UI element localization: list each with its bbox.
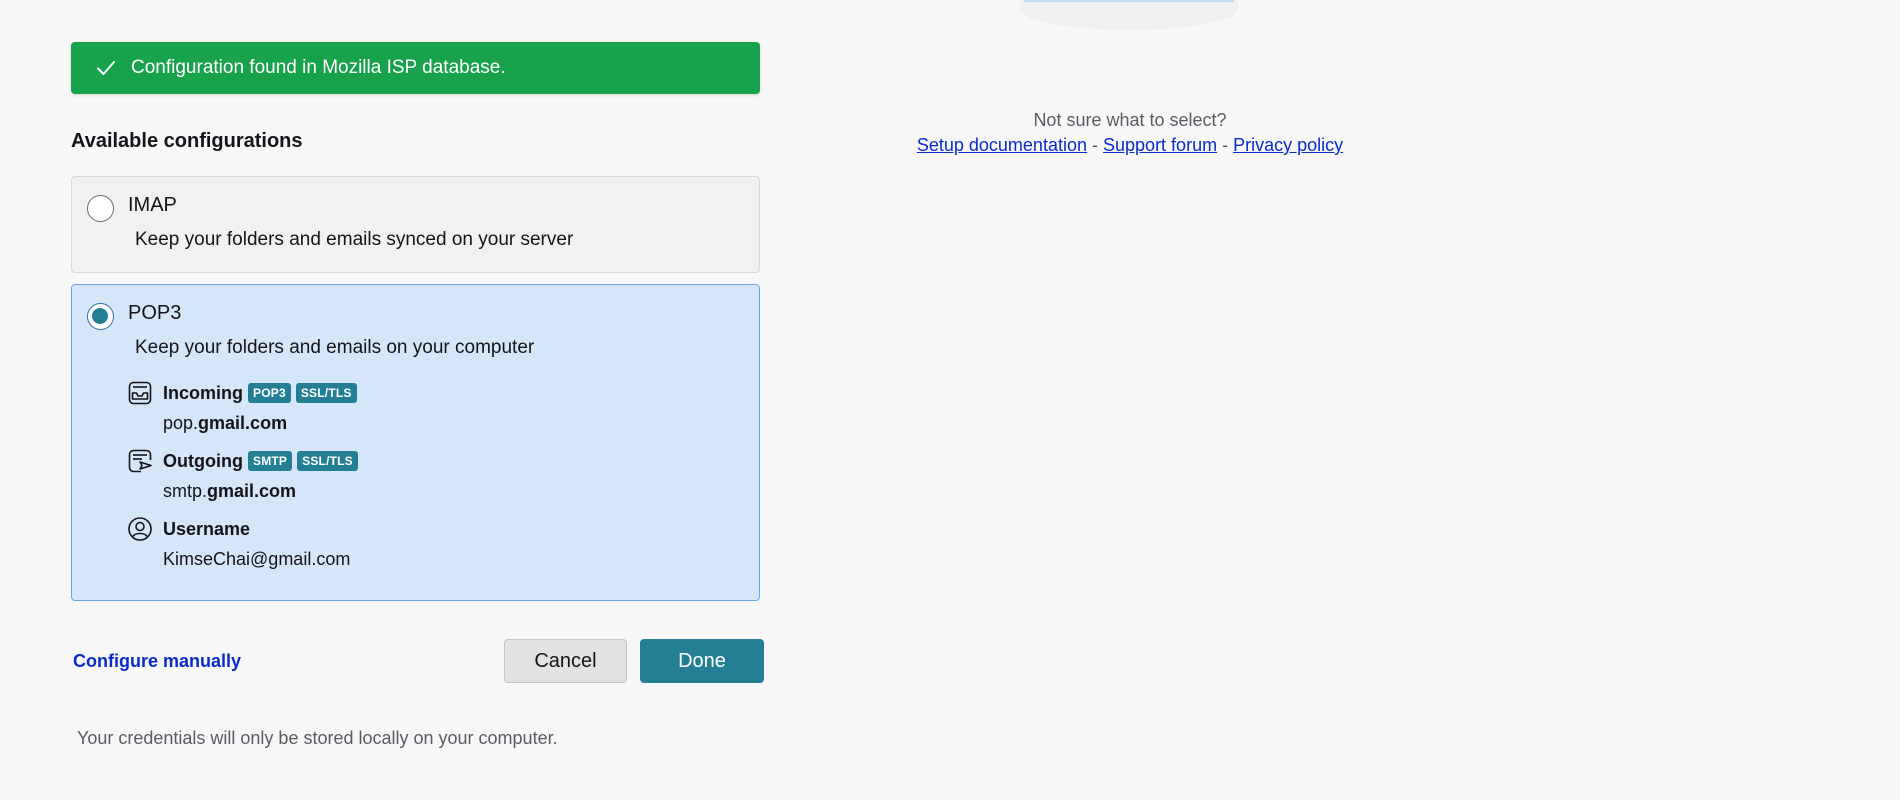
help-panel: Not sure what to select? Setup documenta… [900, 110, 1360, 156]
imap-radio[interactable] [87, 195, 114, 222]
outgoing-protocol-badge: SMTP [247, 451, 293, 471]
outgoing-server: Outgoing SMTP SSL/TLS smtp.gmail.com [127, 449, 363, 502]
pop3-radio[interactable] [87, 303, 114, 330]
configure-manually-link[interactable]: Configure manually [73, 651, 241, 672]
success-banner-text: Configuration found in Mozilla ISP datab… [131, 57, 506, 78]
config-column: Configuration found in Mozilla ISP datab… [71, 42, 764, 749]
privacy-policy-link[interactable]: Privacy policy [1233, 135, 1343, 155]
incoming-security-badge: SSL/TLS [295, 383, 357, 403]
done-button[interactable]: Done [640, 639, 764, 683]
help-question: Not sure what to select? [1033, 110, 1227, 130]
incoming-server: Incoming POP3 SSL/TLS pop.gmail.com [127, 381, 362, 434]
incoming-host: pop.gmail.com [163, 413, 288, 433]
account-setup-page: Configuration found in Mozilla ISP datab… [0, 0, 1900, 800]
success-banner: Configuration found in Mozilla ISP datab… [71, 42, 760, 94]
pop3-option[interactable]: POP3 Keep your folders and emails on you… [71, 284, 760, 601]
link-separator: - [1092, 135, 1098, 155]
imap-title: IMAP [128, 194, 177, 216]
support-forum-link[interactable]: Support forum [1103, 135, 1217, 155]
incoming-label: Incoming [163, 382, 243, 403]
setup-documentation-link[interactable]: Setup documentation [917, 135, 1087, 155]
username-label: Username [163, 518, 251, 539]
user-circle-icon [127, 516, 153, 542]
username-info: Username KimseChai@gmail.com [127, 517, 350, 570]
header-remnant [1020, 0, 1238, 30]
imap-description: Keep your folders and emails synced on y… [135, 229, 574, 250]
help-links: Setup documentation - Support forum - Pr… [900, 135, 1360, 156]
header-remnant-line [1024, 0, 1234, 2]
outbox-send-icon [127, 448, 153, 474]
inbox-icon [127, 380, 153, 406]
pop3-title: POP3 [128, 302, 182, 324]
credentials-note: Your credentials will only be stored loc… [77, 728, 558, 748]
action-bar: Configure manually Cancel Done [71, 639, 766, 683]
imap-option[interactable]: IMAP Keep your folders and emails synced… [71, 176, 760, 273]
section-title: Available configurations [71, 130, 303, 152]
outgoing-host: smtp.gmail.com [163, 481, 297, 501]
cancel-button[interactable]: Cancel [504, 639, 627, 683]
pop3-description: Keep your folders and emails on your com… [135, 337, 535, 358]
username-value: KimseChai@gmail.com [163, 549, 351, 569]
outgoing-label: Outgoing [163, 450, 243, 471]
checkmark-icon [95, 57, 117, 79]
incoming-protocol-badge: POP3 [248, 383, 291, 403]
outgoing-security-badge: SSL/TLS [297, 451, 358, 471]
link-separator: - [1222, 135, 1229, 155]
